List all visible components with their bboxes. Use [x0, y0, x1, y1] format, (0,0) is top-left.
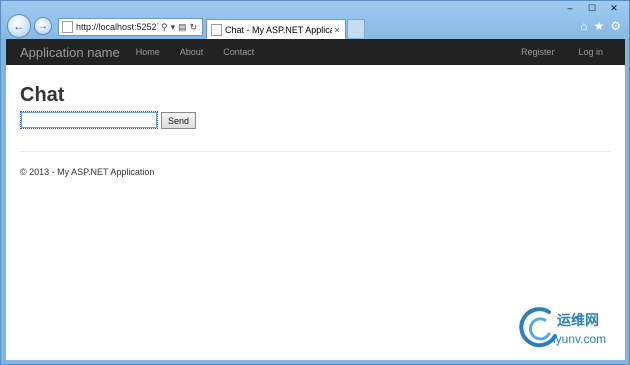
page-viewport: Application name Home About Contact Regi…	[6, 39, 625, 360]
page-icon	[62, 21, 73, 33]
back-arrow-icon: ←	[13, 19, 25, 33]
url-text: http://localhost:52527	[76, 22, 158, 32]
browser-toolbar: ⌂ ★ ⚙	[580, 19, 621, 33]
forward-arrow-icon: →	[38, 20, 48, 32]
gear-icon[interactable]: ⚙	[610, 19, 621, 33]
tab-close-icon[interactable]: ×	[332, 25, 342, 35]
back-button[interactable]: ←	[7, 14, 31, 38]
footer-divider	[20, 151, 611, 152]
minimize-button[interactable]: –	[559, 1, 581, 15]
refresh-icon[interactable]: ↻	[190, 22, 198, 33]
watermark: 运维网 iyunv.com	[519, 306, 619, 354]
page-title: Chat	[20, 84, 65, 106]
new-tab-button[interactable]	[347, 19, 365, 38]
page-icon	[211, 23, 222, 36]
nav-home[interactable]: Home	[136, 47, 160, 57]
watermark-brand: 运维网	[557, 312, 599, 328]
brand-link[interactable]: Application name	[20, 45, 120, 60]
nav-register[interactable]: Register	[521, 47, 555, 57]
window-controls: – ☐ ✕	[559, 1, 625, 15]
main-content: Chat Send © 2013 - My ASP.NET Applicatio…	[6, 84, 625, 177]
nav-contact[interactable]: Contact	[223, 47, 254, 57]
chat-form: Send	[20, 111, 611, 129]
browser-chrome: ← → http://localhost:52527 ⚲ ▾ ▤ ↻ Chat …	[1, 1, 629, 39]
nav-login[interactable]: Log in	[578, 47, 603, 57]
watermark-domain: iyunv.com	[553, 332, 607, 346]
dropdown-icon[interactable]: ▾	[171, 22, 176, 33]
maximize-button[interactable]: ☐	[581, 1, 603, 15]
star-icon[interactable]: ★	[593, 19, 604, 33]
nav-about[interactable]: About	[180, 47, 204, 57]
navbar-right: Register Log in	[497, 39, 603, 65]
message-input[interactable]	[20, 111, 158, 129]
address-bar-icons: ⚲ ▾ ▤ ↻	[161, 22, 197, 33]
tab-title: Chat - My ASP.NET Applica	[225, 24, 332, 35]
send-button[interactable]: Send	[161, 112, 196, 129]
navbar: Application name Home About Contact Regi…	[6, 39, 625, 65]
tab-chat[interactable]: Chat - My ASP.NET Applica ×	[206, 19, 346, 39]
browser-window: ← → http://localhost:52527 ⚲ ▾ ▤ ↻ Chat …	[0, 0, 630, 365]
compat-view-icon[interactable]: ▤	[178, 22, 187, 33]
footer-text: © 2013 - My ASP.NET Application	[20, 167, 155, 177]
address-bar[interactable]: http://localhost:52527 ⚲ ▾ ▤ ↻	[58, 18, 203, 36]
close-button[interactable]: ✕	[603, 1, 625, 15]
search-icon[interactable]: ⚲	[161, 22, 168, 33]
forward-button[interactable]: →	[34, 17, 52, 35]
home-icon[interactable]: ⌂	[580, 19, 587, 33]
